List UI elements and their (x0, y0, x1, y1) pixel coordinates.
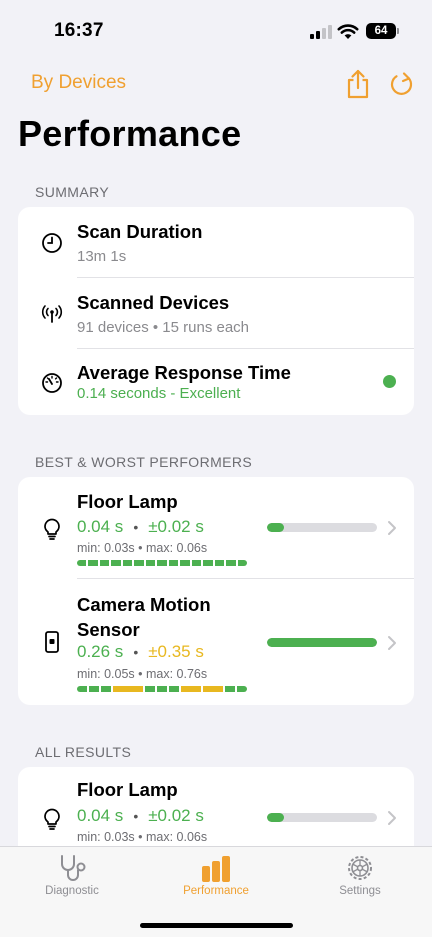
summary-item-title: Scanned Devices (77, 292, 230, 313)
response-minmax: min: 0.05s • max: 0.76s (77, 667, 208, 681)
status-bar: 16:37 64 (0, 0, 432, 62)
run-distribution-strip (77, 560, 247, 566)
lightbulb-icon (44, 518, 60, 540)
refresh-icon[interactable] (388, 68, 416, 100)
home-indicator (140, 923, 293, 928)
device-name: Floor Lamp (77, 491, 178, 512)
response-bar (267, 638, 377, 647)
summary-item-title: Scan Duration (77, 221, 203, 242)
summary-row-scan-duration: Scan Duration 13m 1s (18, 207, 414, 277)
device-name: Camera Motion Sensor (77, 594, 211, 640)
run-distribution-strip (77, 686, 247, 692)
page-title: Performance (18, 113, 242, 154)
chevron-right-icon (388, 811, 396, 825)
device-row-floor-lamp[interactable]: Floor Lamp 0.04 s • ±0.02 s min: 0.03s • m… (18, 477, 414, 578)
bar-chart-icon (202, 856, 230, 882)
chevron-right-icon (388, 636, 396, 650)
best-worst-card: Floor Lamp 0.04 s • ±0.02 s min: 0.03s • m… (18, 477, 414, 705)
response-values: 0.04 s • ±0.02 s (77, 806, 204, 825)
response-bar-fill (267, 638, 377, 647)
tab-label: Settings (339, 885, 381, 897)
summary-card: Scan Duration 13m 1s Scanned Devices 91 … (18, 207, 414, 415)
summary-item-title: Average Response Time (77, 362, 291, 383)
back-button[interactable]: By Devices (31, 72, 126, 94)
response-bar-fill (267, 813, 284, 822)
response-values: 0.26 s • ±0.35 s (77, 642, 204, 661)
cellular-signal-icon (310, 25, 332, 39)
summary-item-subtitle: 91 devices • 15 runs each (77, 319, 250, 336)
summary-section-header: SUMMARY (35, 184, 110, 200)
wifi-icon (337, 24, 359, 39)
device-name: Floor Lamp (77, 779, 178, 800)
share-icon[interactable] (344, 68, 372, 100)
battery-tip (397, 28, 399, 34)
summary-item-subtitle: 0.14 seconds - Excellent (77, 385, 241, 402)
response-mean: 0.04 s (77, 806, 124, 825)
status-indicator-dot (383, 375, 396, 388)
tab-performance[interactable]: Performance (144, 847, 288, 907)
response-bar (267, 523, 377, 532)
status-time: 16:37 (54, 20, 104, 41)
summary-row-average-response: Average Response Time 0.14 seconds - Exc… (18, 349, 414, 415)
response-deviation: ±0.02 s (148, 517, 204, 536)
response-deviation: ±0.35 s (148, 642, 204, 661)
tab-diagnostic[interactable]: Diagnostic (0, 847, 144, 907)
response-mean: 0.04 s (77, 517, 124, 536)
response-minmax: min: 0.03s • max: 0.06s (77, 830, 208, 844)
antenna-icon (41, 305, 63, 323)
sensor-icon (45, 631, 59, 653)
tab-settings[interactable]: Settings (288, 847, 432, 907)
tab-label: Performance (183, 885, 249, 897)
summary-item-subtitle: 13m 1s (77, 248, 127, 265)
stethoscope-icon (61, 855, 86, 881)
clock-icon (42, 233, 62, 253)
response-minmax: min: 0.03s • max: 0.06s (77, 541, 208, 555)
all-results-section-header: ALL RESULTS (35, 744, 132, 760)
best-worst-section-header: BEST & WORST PERFORMERS (35, 454, 253, 470)
response-mean: 0.26 s (77, 642, 124, 661)
gauge-icon (42, 373, 62, 393)
battery-indicator: 64 (366, 23, 396, 39)
lightbulb-icon (44, 808, 60, 830)
response-deviation: ±0.02 s (148, 806, 204, 825)
response-values: 0.04 s • ±0.02 s (77, 517, 204, 536)
response-bar-fill (267, 523, 284, 532)
gear-icon (348, 856, 372, 880)
chevron-right-icon (388, 521, 396, 535)
response-bar (267, 813, 377, 822)
summary-row-scanned-devices: Scanned Devices 91 devices • 15 runs eac… (18, 278, 414, 348)
device-row-camera-motion-sensor[interactable]: Camera Motion Sensor 0.26 s • ±0.35 s min:… (18, 579, 414, 705)
tab-label: Diagnostic (45, 885, 99, 897)
